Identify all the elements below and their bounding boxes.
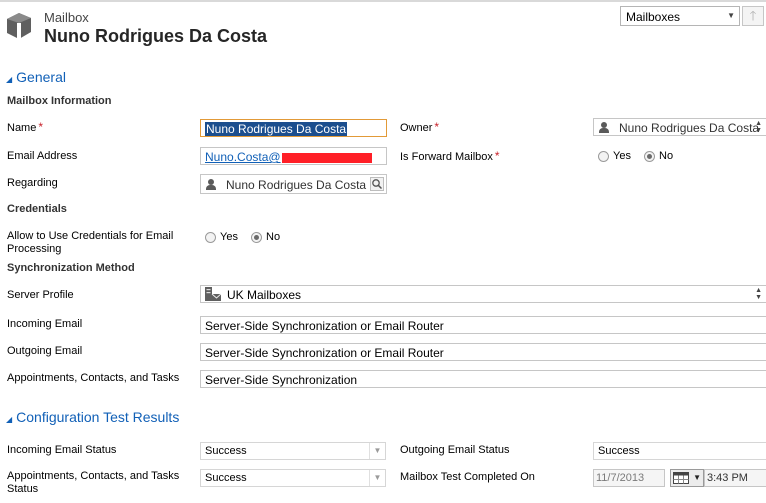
appointments-value: Server-Side Synchronization xyxy=(205,373,358,387)
outgoing-status-select[interactable]: Success xyxy=(593,442,766,460)
chevron-down-icon: ▼ xyxy=(369,470,385,486)
allow-credentials-label: Allow to Use Credentials for Email Proce… xyxy=(7,230,174,255)
incoming-email-label: Incoming Email xyxy=(7,318,83,330)
forward-mailbox-label-text: Is Forward Mailbox xyxy=(400,151,493,163)
test-date-value: 11/7/2013 xyxy=(596,472,645,484)
forward-no-radio[interactable] xyxy=(644,150,656,162)
form-selector[interactable]: Mailboxes ▼ xyxy=(620,6,740,26)
credentials-no-label: No xyxy=(266,231,281,244)
calendar-button[interactable]: ▼ xyxy=(670,469,704,487)
outgoing-email-value: Server-Side Synchronization or Email Rou… xyxy=(205,346,444,360)
server-profile-lookup[interactable]: UK Mailboxes ▲ ▼ xyxy=(200,285,766,303)
forward-yes-label: Yes xyxy=(613,150,631,163)
mailbox-info-heading: Mailbox Information xyxy=(7,95,112,107)
incoming-status-select[interactable]: Success ▼ xyxy=(200,442,386,460)
credentials-yes-label: Yes xyxy=(220,231,238,244)
entity-type-label: Mailbox xyxy=(44,10,89,25)
appointments-label: Appointments, Contacts, and Tasks xyxy=(7,372,180,384)
required-indicator: * xyxy=(494,149,500,163)
required-indicator: * xyxy=(38,120,44,134)
section-general[interactable]: ◢ General xyxy=(6,69,66,85)
forward-yes-radio[interactable] xyxy=(598,150,609,162)
name-field[interactable]: Nuno Rodrigues Da Costa xyxy=(200,119,387,137)
forward-mailbox-label: Is Forward Mailbox * xyxy=(400,150,500,164)
incoming-status-label: Incoming Email Status xyxy=(7,444,117,456)
server-profile-label: Server Profile xyxy=(7,289,74,301)
email-address-link[interactable]: Nuno.Costa@ xyxy=(205,150,281,164)
test-time-value: 3:43 PM xyxy=(707,472,748,484)
forward-mailbox-options: Yes No xyxy=(598,150,683,162)
arrow-up-icon[interactable]: 🡑 xyxy=(742,6,764,26)
chevron-down-icon: ▼ xyxy=(693,473,701,482)
name-label: Name * xyxy=(7,121,43,135)
owner-lookup[interactable]: Nuno Rodrigues Da Costa ▲ ▼ xyxy=(593,118,766,136)
redaction-bar xyxy=(281,152,372,163)
chevron-down-icon: ▼ xyxy=(727,11,735,20)
email-address-label: Email Address xyxy=(7,150,78,162)
outgoing-email-label: Outgoing Email xyxy=(7,345,83,357)
credentials-no-radio[interactable] xyxy=(251,231,263,243)
collapse-triangle-icon: ◢ xyxy=(6,415,13,424)
calendar-icon xyxy=(673,472,689,484)
top-border xyxy=(0,0,766,2)
appointments-status-label: Appointments, Contacts, and Tasks Status xyxy=(7,470,180,495)
outgoing-email-field[interactable]: Server-Side Synchronization or Email Rou… xyxy=(200,343,766,361)
outgoing-status-value: Success xyxy=(598,445,640,457)
forward-no-label: No xyxy=(659,150,674,163)
test-time-field[interactable]: 3:43 PM xyxy=(704,469,766,487)
regarding-label: Regarding xyxy=(7,177,58,189)
server-profile-value: UK Mailboxes xyxy=(227,288,302,302)
appointments-status-select[interactable]: Success ▼ xyxy=(200,469,386,487)
person-icon xyxy=(206,179,216,190)
regarding-value: Nuno Rodrigues Da Costa xyxy=(226,178,367,192)
collapse-triangle-icon: ◢ xyxy=(6,75,13,84)
sync-method-heading: Synchronization Method xyxy=(7,262,135,274)
chevron-down-icon: ▼ xyxy=(369,443,385,459)
person-icon xyxy=(599,122,609,133)
regarding-lookup[interactable]: Nuno Rodrigues Da Costa xyxy=(200,174,387,194)
record-title: Nuno Rodrigues Da Costa xyxy=(44,26,268,46)
form-selector-value: Mailboxes xyxy=(626,10,681,24)
required-indicator: * xyxy=(434,120,440,134)
section-general-title: General xyxy=(16,69,66,85)
incoming-email-field[interactable]: Server-Side Synchronization or Email Rou… xyxy=(200,316,766,334)
section-config-title: Configuration Test Results xyxy=(16,409,180,425)
owner-value: Nuno Rodrigues Da Costa xyxy=(619,121,760,135)
owner-label-text: Owner xyxy=(400,122,433,134)
test-date-field[interactable]: 11/7/2013 xyxy=(593,469,665,487)
spinner-icon: ▲ ▼ xyxy=(755,120,762,134)
lookup-icon[interactable] xyxy=(370,177,384,191)
email-address-field[interactable]: Nuno.Costa@ xyxy=(200,147,387,165)
appointments-status-value: Success xyxy=(205,472,247,484)
incoming-email-value: Server-Side Synchronization or Email Rou… xyxy=(205,319,444,333)
server-profile-icon xyxy=(205,287,221,301)
incoming-status-value: Success xyxy=(205,445,247,457)
appointments-field[interactable]: Server-Side Synchronization xyxy=(200,370,766,388)
credentials-yes-radio[interactable] xyxy=(205,231,216,243)
credentials-heading: Credentials xyxy=(7,203,67,215)
mailbox-entity-icon xyxy=(7,13,31,39)
test-completed-label: Mailbox Test Completed On xyxy=(400,471,535,483)
name-field-value: Nuno Rodrigues Da Costa xyxy=(205,122,348,136)
allow-credentials-options: Yes No xyxy=(205,231,290,243)
outgoing-status-label: Outgoing Email Status xyxy=(400,444,510,456)
section-config-test[interactable]: ◢ Configuration Test Results xyxy=(6,409,179,425)
name-label-text: Name xyxy=(7,122,37,134)
owner-label: Owner * xyxy=(400,121,439,135)
spinner-icon: ▲ ▼ xyxy=(755,287,762,301)
